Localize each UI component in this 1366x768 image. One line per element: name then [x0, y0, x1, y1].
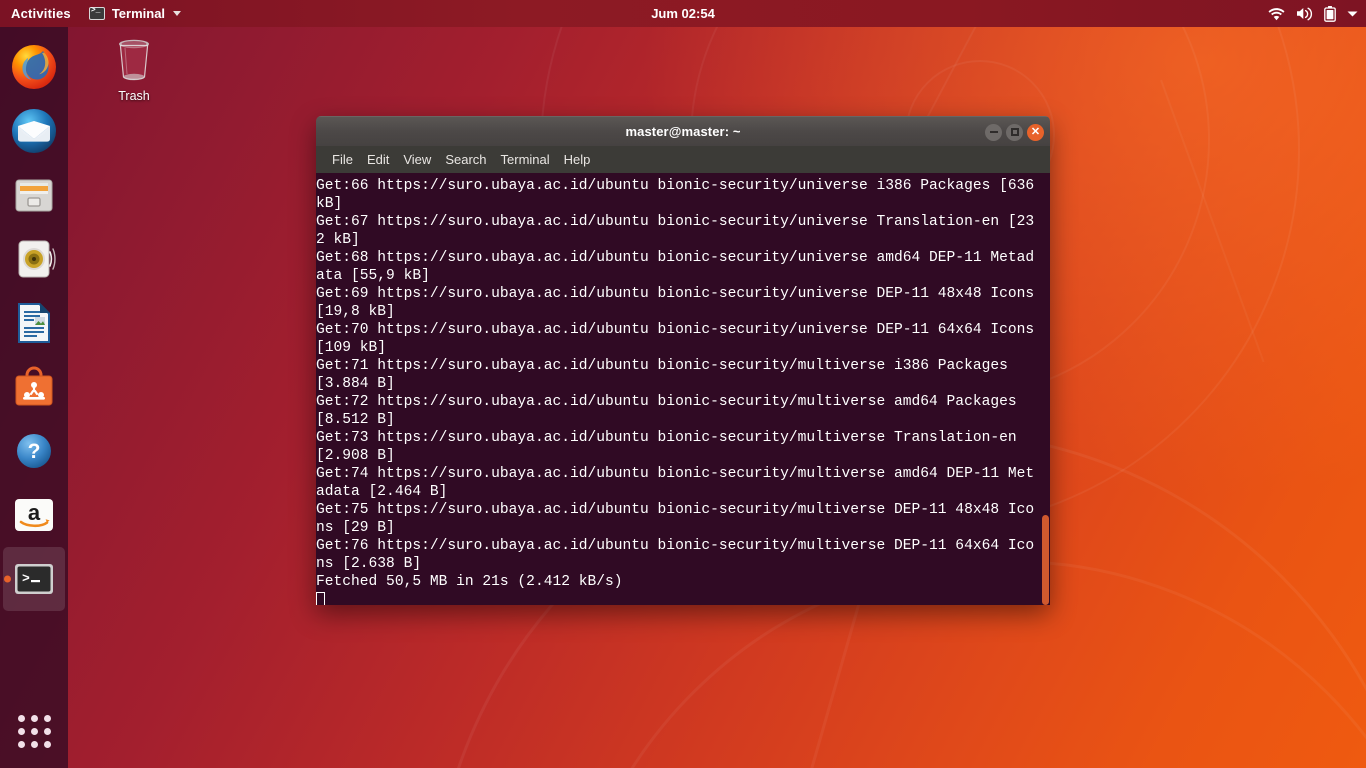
terminal-text: Get:66 https://suro.ubaya.ac.id/ubuntu b… [316, 177, 1050, 605]
dock-item-files[interactable] [0, 163, 68, 227]
maximize-button[interactable] [1006, 123, 1023, 141]
title-bar[interactable]: master@master: ~ ✕ [316, 116, 1050, 146]
terminal-line: Get:69 https://suro.ubaya.ac.id/ubuntu b… [316, 286, 1043, 320]
scrollbar-thumb[interactable] [1042, 515, 1049, 605]
firefox-icon [12, 45, 56, 89]
terminal-cursor [316, 592, 325, 605]
dock-item-firefox[interactable] [0, 35, 68, 99]
terminal-line: Get:72 https://suro.ubaya.ac.id/ubuntu b… [316, 394, 1026, 428]
active-app-label: Terminal [111, 6, 166, 21]
terminal-icon [88, 6, 105, 20]
terminal-window[interactable]: master@master: ~ ✕ File Edit View Search… [316, 116, 1050, 605]
volume-icon[interactable] [1296, 6, 1313, 21]
app-grid-icon [17, 714, 51, 748]
ubuntu-software-icon [15, 366, 53, 406]
dock-item-terminal[interactable]: > [3, 547, 65, 611]
clock[interactable]: Jum 02:54 [651, 0, 715, 27]
svg-text:>: > [22, 571, 30, 586]
show-applications-button[interactable] [0, 700, 68, 762]
activities-button[interactable]: Activities [0, 0, 81, 27]
terminal-line: Get:66 https://suro.ubaya.ac.id/ubuntu b… [316, 178, 1043, 212]
system-tray [1268, 0, 1358, 27]
dock-item-help[interactable]: ? [0, 419, 68, 483]
file-manager-icon [15, 179, 53, 212]
trash-icon [119, 39, 149, 81]
terminal-line: Get:70 https://suro.ubaya.ac.id/ubuntu b… [316, 322, 1043, 356]
dock-item-ubuntu-software[interactable] [0, 355, 68, 419]
terminal-output-area[interactable]: Get:66 https://suro.ubaya.ac.id/ubuntu b… [316, 173, 1050, 605]
desktop-icon-trash[interactable]: Trash [99, 36, 169, 103]
terminal-line: Get:75 https://suro.ubaya.ac.id/ubuntu b… [316, 502, 1035, 536]
svg-text:a: a [28, 500, 41, 525]
launcher-dock: ? a > [0, 27, 68, 768]
rhythmbox-icon [18, 240, 56, 278]
minimize-button[interactable] [985, 123, 1002, 141]
terminal-scrollbar[interactable] [1041, 173, 1050, 605]
terminal-line: Get:71 https://suro.ubaya.ac.id/ubuntu b… [316, 358, 1017, 392]
wifi-icon[interactable] [1268, 7, 1285, 21]
desktop-icon-label: Trash [118, 89, 150, 103]
menu-item-file[interactable]: File [325, 146, 360, 173]
amazon-icon: a [15, 499, 53, 531]
terminal-line: Get:74 https://suro.ubaya.ac.id/ubuntu b… [316, 466, 1035, 500]
battery-icon[interactable] [1324, 5, 1336, 22]
terminal-icon: > [15, 564, 53, 594]
terminal-line: Get:73 https://suro.ubaya.ac.id/ubuntu b… [316, 430, 1026, 464]
menu-item-search[interactable]: Search [438, 146, 493, 173]
dock-item-rhythmbox[interactable] [0, 227, 68, 291]
terminal-line: Get:68 https://suro.ubaya.ac.id/ubuntu b… [316, 250, 1035, 284]
terminal-prompt-line [316, 591, 1036, 605]
terminal-line: Get:76 https://suro.ubaya.ac.id/ubuntu b… [316, 538, 1035, 572]
libreoffice-writer-icon [18, 303, 50, 343]
chevron-down-icon[interactable] [1347, 10, 1358, 18]
window-controls: ✕ [985, 117, 1044, 147]
menu-bar: File Edit View Search Terminal Help [316, 146, 1050, 173]
desktop[interactable]: Activities Terminal Jum 02:54 [0, 0, 1366, 768]
active-app-menu[interactable]: Terminal [81, 0, 189, 27]
help-icon: ? [17, 434, 51, 468]
thunderbird-icon [12, 109, 56, 153]
menu-item-view[interactable]: View [396, 146, 438, 173]
chevron-down-icon [173, 11, 182, 16]
menu-item-edit[interactable]: Edit [360, 146, 396, 173]
terminal-line: Fetched 50,5 MB in 21s (2.412 kB/s) [316, 574, 623, 590]
terminal-line: Get:67 https://suro.ubaya.ac.id/ubuntu b… [316, 214, 1035, 248]
dock-item-thunderbird[interactable] [0, 99, 68, 163]
close-button[interactable]: ✕ [1027, 123, 1044, 141]
dock-item-libreoffice-writer[interactable] [0, 291, 68, 355]
wallpaper-shape [1160, 79, 1265, 363]
dock-item-amazon[interactable]: a [0, 483, 68, 547]
running-indicator [4, 575, 11, 583]
menu-item-terminal[interactable]: Terminal [494, 146, 557, 173]
top-bar: Activities Terminal Jum 02:54 [0, 0, 1366, 27]
menu-item-help[interactable]: Help [557, 146, 598, 173]
svg-text:?: ? [28, 440, 41, 463]
window-title: master@master: ~ [625, 124, 741, 139]
